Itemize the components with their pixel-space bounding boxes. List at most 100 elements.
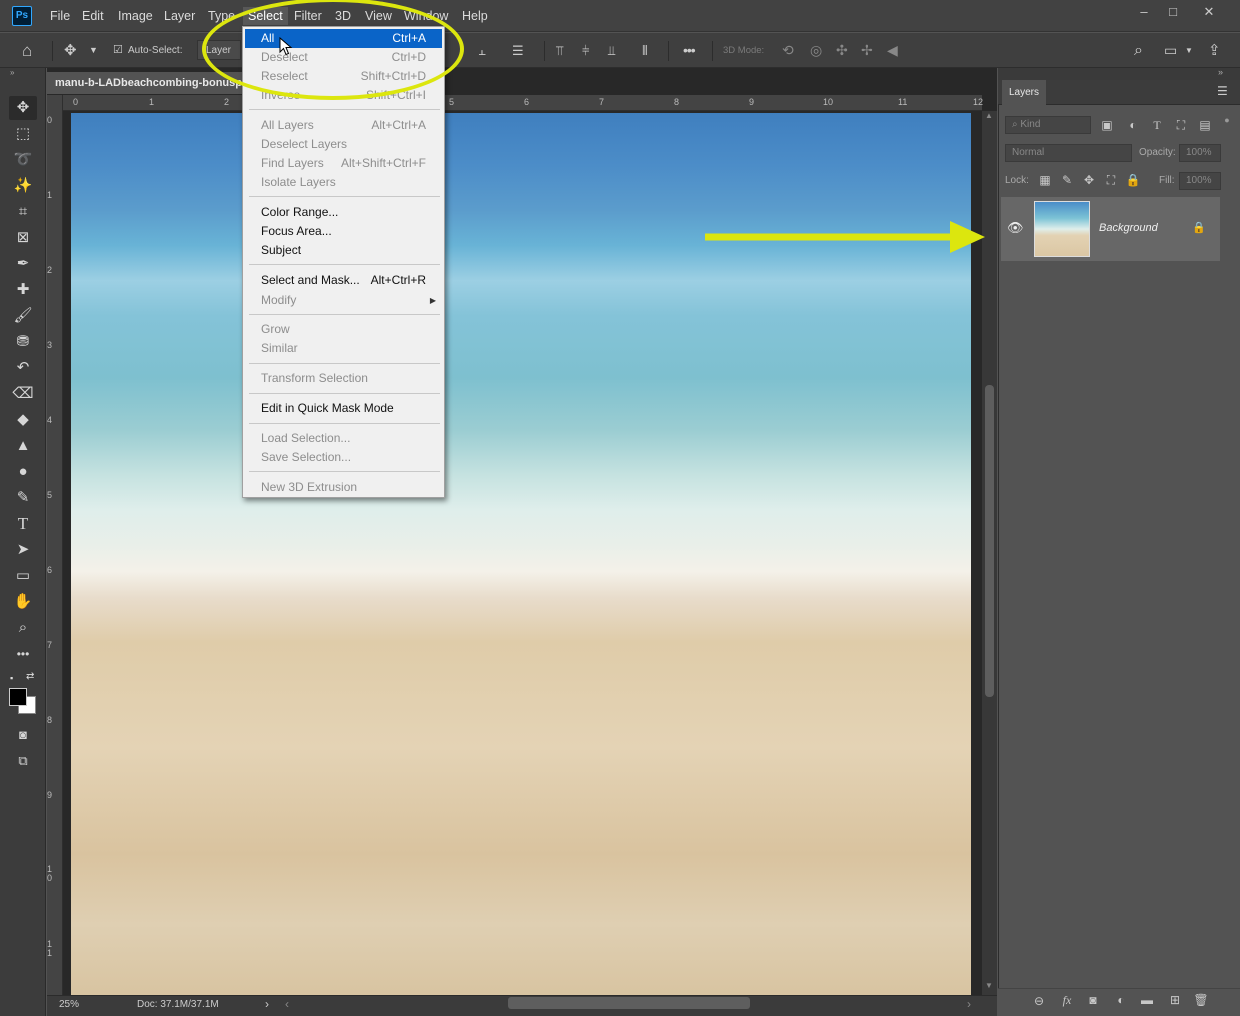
menu-item-subject[interactable]: Subject [245,241,442,260]
shape-filter-icon[interactable]: ⛶ [1173,118,1189,133]
scroll-right-icon[interactable]: › [967,997,971,1011]
more-options-icon[interactable]: ••• [683,33,696,68]
group-icon[interactable]: ▬ [1139,993,1155,1007]
history-brush-tool-icon[interactable]: ↶ [9,356,37,380]
trash-icon[interactable]: 🗑 [1193,993,1209,1007]
dodge-tool-icon[interactable]: ● [9,460,37,484]
menu-item-quick-mask[interactable]: Edit in Quick Mask Mode [245,399,442,418]
screen-mode-icon[interactable]: ⧉ [9,749,37,773]
fx-icon[interactable]: fx [1059,993,1075,1008]
scroll-up-icon[interactable]: ▲ [985,111,993,120]
quick-mask-icon[interactable]: ◙ [9,723,37,747]
menu-item-find-layers[interactable]: Find Layers Alt+Shift+Ctrl+F [245,154,442,173]
vertical-scroll-thumb[interactable] [985,385,994,697]
layer-name[interactable]: Background [1099,222,1158,234]
healing-brush-tool-icon[interactable]: ✚ [9,278,37,302]
menu-item-focus-area[interactable]: Focus Area... [245,222,442,241]
lasso-tool-icon[interactable]: ➰ [9,148,37,172]
blur-tool-icon[interactable]: ▲ [9,434,37,458]
default-colors-icon[interactable]: ▪ [10,673,13,683]
filter-toggle-icon[interactable]: ● [1219,115,1235,125]
lock-artboard-icon[interactable]: ⛶ [1103,173,1119,188]
lock-position-icon[interactable]: ✥ [1081,173,1097,187]
pixel-filter-icon[interactable]: ▣ [1099,118,1115,132]
menu-layer[interactable]: Layer [159,7,200,25]
smart-object-filter-icon[interactable]: ▤ [1197,118,1213,132]
paint-bucket-tool-icon[interactable]: ◆ [9,408,37,432]
scroll-left-icon[interactable]: ‹ [285,997,289,1011]
menu-item-select-and-mask[interactable]: Select and Mask... Alt+Ctrl+R [245,271,442,290]
adjustment-icon[interactable]: ◐ [1113,993,1129,1007]
mask-icon[interactable]: ◙ [1085,993,1101,1007]
path-selection-tool-icon[interactable]: ➤ [9,538,37,562]
auto-select-checkbox[interactable]: ☑ [113,33,123,68]
collapse-arrows-icon[interactable]: » [1218,67,1223,77]
filter-kind-dropdown[interactable]: ⌕ Kind [1005,116,1091,134]
distribute-vertical-icon[interactable]: ⫩ [582,33,589,68]
type-tool-icon[interactable]: T [9,512,37,536]
menu-image[interactable]: Image [113,7,158,25]
workspace-icon[interactable]: ▭ [1164,33,1177,68]
ruler-horizontal[interactable]: 0 1 2 5 6 7 8 9 10 11 12 [47,95,983,111]
search-icon[interactable]: ⌕ [1134,33,1143,68]
menu-item-color-range[interactable]: Color Range... [245,203,442,222]
maximize-button[interactable]: □ [1160,3,1186,21]
menu-item-transform-selection[interactable]: Transform Selection [245,369,442,388]
align-horizontal-center-icon[interactable]: ☰ [512,33,524,68]
blend-mode-dropdown[interactable]: Normal [1005,144,1132,162]
horizontal-scroll-thumb[interactable] [508,997,750,1009]
minimize-button[interactable]: – [1131,3,1157,21]
swap-colors-icon[interactable]: ⇄ [26,671,34,682]
menu-file[interactable]: File [45,7,75,25]
3d-pan-icon[interactable]: ✣ [836,33,848,68]
adjustment-filter-icon[interactable]: ◐ [1125,118,1141,132]
menu-item-deselect-layers[interactable]: Deselect Layers [245,135,442,154]
distribute-left-icon[interactable]: ⦀ [642,33,648,68]
lock-all-icon[interactable]: 🔒 [1125,173,1141,187]
close-button[interactable]: ✕ [1196,3,1222,21]
menu-item-grow[interactable]: Grow [245,320,442,339]
scroll-down-icon[interactable]: ▼ [985,981,993,990]
menu-item-similar[interactable]: Similar [245,339,442,358]
marquee-tool-icon[interactable]: ⬚ [9,122,37,146]
menu-item-isolate-layers[interactable]: Isolate Layers [245,173,442,192]
move-tool-icon[interactable]: ✥ [9,96,37,120]
chevron-down-icon[interactable]: ▼ [89,33,98,68]
lock-image-icon[interactable]: ✎ [1059,173,1075,187]
3d-slide-icon[interactable]: ✢ [861,33,873,68]
share-icon[interactable]: ⇪ [1208,33,1221,68]
menu-edit[interactable]: Edit [77,7,109,25]
lock-transparent-icon[interactable]: ▦ [1037,173,1053,187]
brush-tool-icon[interactable]: 🖌 [9,304,37,328]
distribute-bottom-icon[interactable]: ⫫ [608,33,615,68]
edit-toolbar-icon[interactable]: ••• [9,642,37,666]
chevron-down-icon[interactable]: ▼ [1185,33,1193,68]
chevron-right-icon[interactable]: › [265,997,269,1011]
hand-tool-icon[interactable]: ✋ [9,590,37,614]
collapse-arrows-icon[interactable]: » [10,68,14,77]
document-tab[interactable]: manu-b-LADbeachcombing-bonusp [47,72,245,94]
zoom-level[interactable]: 25% [59,999,79,1010]
layer-thumbnail[interactable] [1034,201,1090,257]
eraser-tool-icon[interactable]: ⌫ [9,382,37,406]
panel-menu-icon[interactable]: ☰ [1217,84,1228,98]
ruler-vertical[interactable]: 0 1 2 3 4 5 6 7 8 9 1 0 1 1 [47,95,63,995]
foreground-color-swatch[interactable] [9,688,27,706]
3d-scale-icon[interactable]: ◀ [887,33,898,68]
opacity-input[interactable]: 100% [1179,144,1221,162]
menu-item-load-selection[interactable]: Load Selection... [245,429,442,448]
type-filter-icon[interactable]: T [1149,118,1165,133]
eye-visibility-icon[interactable]: 👁 [1007,220,1024,236]
menu-item-new-3d-extrusion[interactable]: New 3D Extrusion [245,478,442,497]
menu-item-save-selection[interactable]: Save Selection... [245,448,442,467]
link-icon[interactable]: ⊖ [1031,994,1047,1008]
rectangle-tool-icon[interactable]: ▭ [9,564,37,588]
new-layer-icon[interactable]: ⊞ [1167,993,1183,1007]
zoom-tool-icon[interactable]: ⌕ [9,616,37,640]
clone-stamp-tool-icon[interactable]: ⛃ [9,330,37,354]
pen-tool-icon[interactable]: ✎ [9,486,37,510]
fill-input[interactable]: 100% [1179,172,1221,190]
align-bottom-icon[interactable]: ⫠ [478,33,486,68]
home-icon[interactable]: ⌂ [22,33,32,68]
3d-roll-icon[interactable]: ◎ [810,33,822,68]
